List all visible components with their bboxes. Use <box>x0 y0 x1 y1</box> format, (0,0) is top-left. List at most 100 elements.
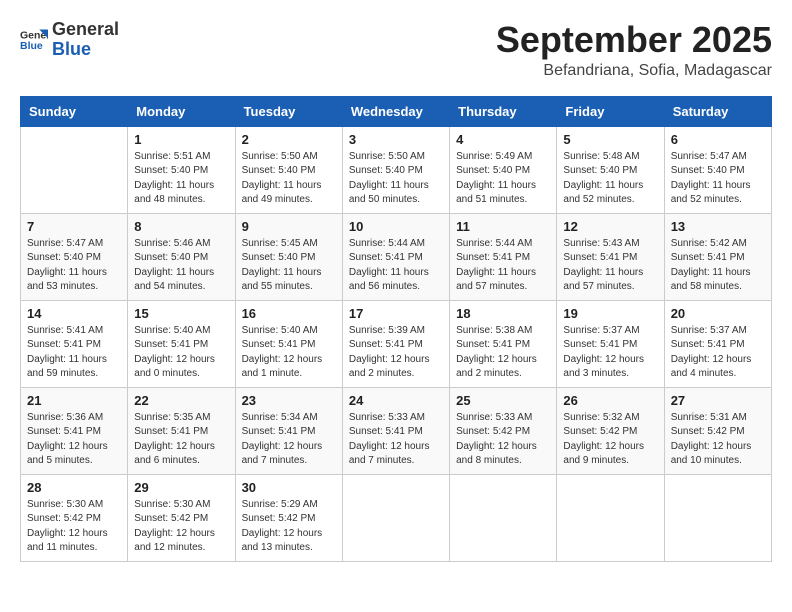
day-info: Sunrise: 5:44 AM Sunset: 5:41 PM Dayligh… <box>456 237 550 295</box>
calendar-cell: 12Sunrise: 5:43 AM Sunset: 5:41 PM Dayli… <box>557 213 664 300</box>
calendar-cell: 17 Sunrise: 5:39 AM Sunset: 5:41 PM Dayli… <box>342 300 449 387</box>
day-info: Sunrise: 5:37 AM Sunset: 5:41 PM Dayligh… <box>563 324 657 382</box>
day-info: Sunrise: 5:45 AM Sunset: 5:40 PM Dayligh… <box>242 237 336 295</box>
day-number: 21 <box>27 393 121 408</box>
week-row-3: 14Sunrise: 5:41 AM Sunset: 5:41 PM Dayli… <box>21 300 772 387</box>
calendar-cell <box>557 474 664 561</box>
day-info: Sunrise: 5:46 AM Sunset: 5:40 PM Dayligh… <box>134 237 228 295</box>
location-subtitle: Befandriana, Sofia, Madagascar <box>496 62 772 80</box>
day-info: Sunrise: 5:47 AM Sunset: 5:40 PM Dayligh… <box>671 150 765 208</box>
calendar-cell: 27 Sunrise: 5:31 AM Sunset: 5:42 PM Dayli… <box>664 387 771 474</box>
day-number: 3 <box>349 132 443 147</box>
calendar-cell: 9 Sunrise: 5:45 AM Sunset: 5:40 PM Daylig… <box>235 213 342 300</box>
header-wednesday: Wednesday <box>342 96 449 126</box>
day-info: Sunrise: 5:51 AM Sunset: 5:40 PM Dayligh… <box>134 150 228 208</box>
day-number: 9 <box>242 219 336 234</box>
day-info: Sunrise: 5:50 AM Sunset: 5:40 PM Dayligh… <box>242 150 336 208</box>
day-number: 8 <box>134 219 228 234</box>
day-number: 10 <box>349 219 443 234</box>
logo-blue: Blue <box>52 40 119 60</box>
week-row-5: 28 Sunrise: 5:30 AM Sunset: 5:42 PM Dayli… <box>21 474 772 561</box>
day-info: Sunrise: 5:32 AM Sunset: 5:42 PM Dayligh… <box>563 411 657 469</box>
day-number: 4 <box>456 132 550 147</box>
day-info: Sunrise: 5:37 AM Sunset: 5:41 PM Dayligh… <box>671 324 765 382</box>
logo: General Blue General Blue <box>20 20 119 60</box>
day-info: Sunrise: 5:34 AM Sunset: 5:41 PM Dayligh… <box>242 411 336 469</box>
day-number: 25 <box>456 393 550 408</box>
day-info: Sunrise: 5:39 AM Sunset: 5:41 PM Dayligh… <box>349 324 443 382</box>
week-row-1: 1 Sunrise: 5:51 AM Sunset: 5:40 PM Daylig… <box>21 126 772 213</box>
day-info: Sunrise: 5:47 AM Sunset: 5:40 PM Dayligh… <box>27 237 121 295</box>
day-info: Sunrise: 5:40 AM Sunset: 5:41 PM Dayligh… <box>134 324 228 382</box>
calendar-cell: 23 Sunrise: 5:34 AM Sunset: 5:41 PM Dayli… <box>235 387 342 474</box>
day-info: Sunrise: 5:43 AM Sunset: 5:41 PM Dayligh… <box>563 237 657 295</box>
day-info: Sunrise: 5:44 AM Sunset: 5:41 PM Dayligh… <box>349 237 443 295</box>
day-number: 7 <box>27 219 121 234</box>
day-number: 19 <box>563 306 657 321</box>
header-friday: Friday <box>557 96 664 126</box>
day-number: 29 <box>134 480 228 495</box>
day-number: 28 <box>27 480 121 495</box>
header-row: SundayMondayTuesdayWednesdayThursdayFrid… <box>21 96 772 126</box>
day-number: 1 <box>134 132 228 147</box>
day-info: Sunrise: 5:30 AM Sunset: 5:42 PM Dayligh… <box>27 498 121 556</box>
day-number: 13 <box>671 219 765 234</box>
day-number: 15 <box>134 306 228 321</box>
calendar-cell: 8 Sunrise: 5:46 AM Sunset: 5:40 PM Daylig… <box>128 213 235 300</box>
calendar-cell: 2 Sunrise: 5:50 AM Sunset: 5:40 PM Daylig… <box>235 126 342 213</box>
day-info: Sunrise: 5:31 AM Sunset: 5:42 PM Dayligh… <box>671 411 765 469</box>
day-number: 5 <box>563 132 657 147</box>
header-saturday: Saturday <box>664 96 771 126</box>
calendar-table: SundayMondayTuesdayWednesdayThursdayFrid… <box>20 96 772 562</box>
week-row-4: 21 Sunrise: 5:36 AM Sunset: 5:41 PM Dayli… <box>21 387 772 474</box>
day-number: 22 <box>134 393 228 408</box>
day-info: Sunrise: 5:49 AM Sunset: 5:40 PM Dayligh… <box>456 150 550 208</box>
day-info: Sunrise: 5:30 AM Sunset: 5:42 PM Dayligh… <box>134 498 228 556</box>
calendar-cell: 28 Sunrise: 5:30 AM Sunset: 5:42 PM Dayli… <box>21 474 128 561</box>
calendar-cell: 19 Sunrise: 5:37 AM Sunset: 5:41 PM Dayli… <box>557 300 664 387</box>
day-number: 17 <box>349 306 443 321</box>
calendar-cell: 7 Sunrise: 5:47 AM Sunset: 5:40 PM Daylig… <box>21 213 128 300</box>
calendar-cell: 11 Sunrise: 5:44 AM Sunset: 5:41 PM Dayli… <box>450 213 557 300</box>
calendar-cell: 10 Sunrise: 5:44 AM Sunset: 5:41 PM Dayli… <box>342 213 449 300</box>
header-tuesday: Tuesday <box>235 96 342 126</box>
calendar-cell: 15 Sunrise: 5:40 AM Sunset: 5:41 PM Dayli… <box>128 300 235 387</box>
day-number: 2 <box>242 132 336 147</box>
day-number: 11 <box>456 219 550 234</box>
day-number: 26 <box>563 393 657 408</box>
calendar-cell: 5 Sunrise: 5:48 AM Sunset: 5:40 PM Daylig… <box>557 126 664 213</box>
page-header: General Blue General Blue September 2025… <box>20 20 772 80</box>
day-number: 27 <box>671 393 765 408</box>
day-info: Sunrise: 5:48 AM Sunset: 5:40 PM Dayligh… <box>563 150 657 208</box>
calendar-cell <box>342 474 449 561</box>
day-number: 20 <box>671 306 765 321</box>
svg-text:Blue: Blue <box>20 40 43 52</box>
calendar-cell: 26 Sunrise: 5:32 AM Sunset: 5:42 PM Dayli… <box>557 387 664 474</box>
header-thursday: Thursday <box>450 96 557 126</box>
day-info: Sunrise: 5:42 AM Sunset: 5:41 PM Dayligh… <box>671 237 765 295</box>
day-info: Sunrise: 5:36 AM Sunset: 5:41 PM Dayligh… <box>27 411 121 469</box>
calendar-cell: 25 Sunrise: 5:33 AM Sunset: 5:42 PM Dayli… <box>450 387 557 474</box>
week-row-2: 7 Sunrise: 5:47 AM Sunset: 5:40 PM Daylig… <box>21 213 772 300</box>
calendar-cell: 20 Sunrise: 5:37 AM Sunset: 5:41 PM Dayli… <box>664 300 771 387</box>
day-number: 18 <box>456 306 550 321</box>
day-number: 16 <box>242 306 336 321</box>
day-number: 24 <box>349 393 443 408</box>
calendar-cell <box>450 474 557 561</box>
title-section: September 2025 Befandriana, Sofia, Madag… <box>496 20 772 80</box>
day-info: Sunrise: 5:35 AM Sunset: 5:41 PM Dayligh… <box>134 411 228 469</box>
header-sunday: Sunday <box>21 96 128 126</box>
logo-general: General <box>52 20 119 40</box>
header-monday: Monday <box>128 96 235 126</box>
calendar-cell: 18 Sunrise: 5:38 AM Sunset: 5:41 PM Dayli… <box>450 300 557 387</box>
calendar-cell: 13 Sunrise: 5:42 AM Sunset: 5:41 PM Dayli… <box>664 213 771 300</box>
calendar-cell <box>21 126 128 213</box>
calendar-cell: 1 Sunrise: 5:51 AM Sunset: 5:40 PM Daylig… <box>128 126 235 213</box>
calendar-cell: 30Sunrise: 5:29 AM Sunset: 5:42 PM Dayli… <box>235 474 342 561</box>
day-info: Sunrise: 5:38 AM Sunset: 5:41 PM Dayligh… <box>456 324 550 382</box>
day-info: Sunrise: 5:29 AM Sunset: 5:42 PM Dayligh… <box>242 498 336 556</box>
day-number: 23 <box>242 393 336 408</box>
day-info: Sunrise: 5:40 AM Sunset: 5:41 PM Dayligh… <box>242 324 336 382</box>
day-number: 6 <box>671 132 765 147</box>
day-info: Sunrise: 5:33 AM Sunset: 5:42 PM Dayligh… <box>456 411 550 469</box>
